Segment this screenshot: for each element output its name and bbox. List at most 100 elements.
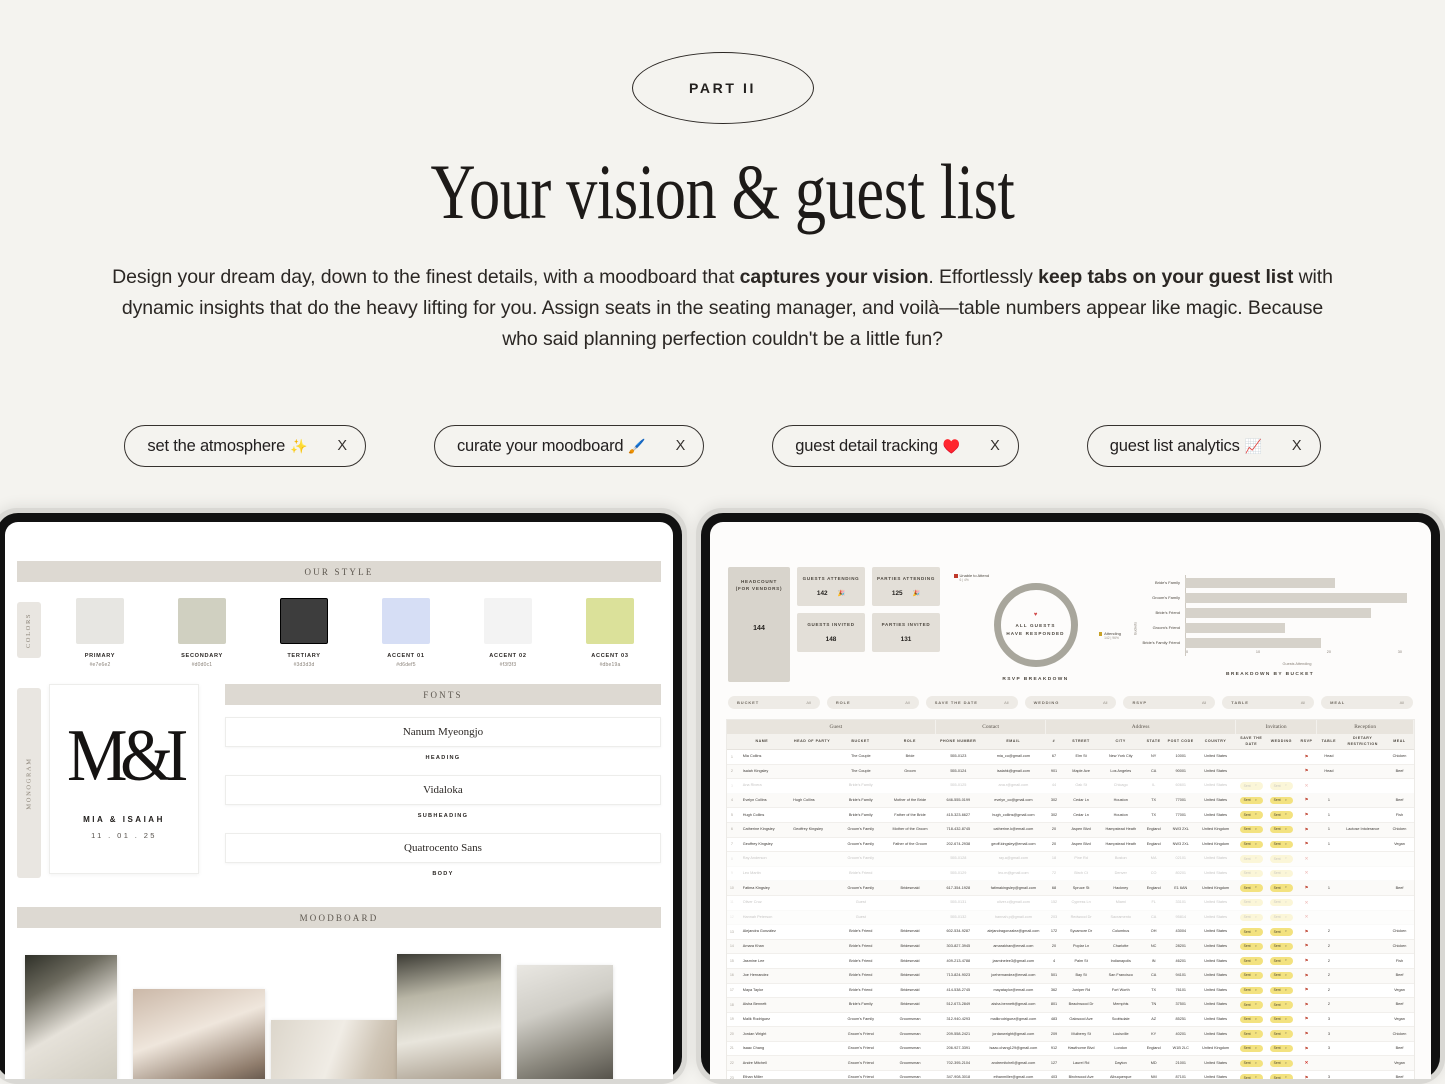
sent-badge[interactable]: Sent ▼ <box>1239 1001 1264 1009</box>
table-row[interactable]: 16 Joe Hernandez Bride's Friend Bridesmaid 7… <box>727 968 1414 984</box>
column-header-role[interactable]: ROLE <box>884 734 936 749</box>
sent-badge[interactable]: Sent ▼ <box>1239 826 1264 834</box>
column-header-email[interactable]: EMAIL <box>980 734 1046 749</box>
filter-bucket[interactable]: BUCKET All <box>728 696 820 709</box>
color-swatch-2[interactable]: SECONDARY #d0d0c1 <box>164 598 240 668</box>
sent-badge[interactable]: Sent ▼ <box>1269 811 1294 819</box>
table-row[interactable]: 14 Amara Khan Bride's Friend Bridesmaid 303-… <box>727 939 1414 955</box>
pill-set-the-atmosphere[interactable]: set the atmosphere ✨ X <box>124 425 366 468</box>
moodboard-image[interactable] <box>271 1020 406 1079</box>
color-swatch-3[interactable]: TERTIARY #3d3d3d <box>266 598 342 668</box>
close-icon[interactable]: X <box>990 438 1000 454</box>
sent-badge[interactable]: Sent ▼ <box>1269 826 1294 834</box>
sent-badge[interactable]: Sent ▼ <box>1269 855 1294 863</box>
filter-table[interactable]: TABLE All <box>1222 696 1315 709</box>
moodboard-image[interactable] <box>133 989 265 1079</box>
table-row[interactable]: 23 Ethan Miller Groom's Friend Groomsman 347… <box>727 1071 1414 1079</box>
sent-badge[interactable]: Sent ▼ <box>1239 899 1264 907</box>
sent-badge[interactable]: Sent ▼ <box>1269 986 1294 994</box>
sent-badge[interactable]: Sent ▼ <box>1239 913 1264 922</box>
filter-wedding[interactable]: WEDDING All <box>1024 696 1117 709</box>
sent-badge[interactable]: Sent ▼ <box>1239 957 1264 965</box>
sent-badge[interactable]: Sent ▼ <box>1239 811 1264 819</box>
table-row[interactable]: 10 Fatima Kingsley Groom's Family Bridesmai… <box>727 881 1414 896</box>
column-header--[interactable]: # <box>1046 734 1062 749</box>
filter-save-the-date[interactable]: SAVE THE DATE All <box>925 696 1018 709</box>
table-row[interactable]: 6 Catherine Kingsley Geoffrey Kingsley Groo… <box>727 822 1414 838</box>
sent-badge[interactable]: Sent ▼ <box>1239 928 1264 936</box>
column-header-meal[interactable]: MEAL <box>1385 734 1414 749</box>
table-row[interactable]: 13 Alejandra González Bride's Friend Brides… <box>727 925 1414 940</box>
sent-badge[interactable]: Sent ▼ <box>1269 1030 1294 1038</box>
sent-badge[interactable]: Sent ▼ <box>1269 840 1294 849</box>
moodboard-image[interactable] <box>397 954 501 1079</box>
filter-rsvp[interactable]: RSVP All <box>1123 696 1216 709</box>
color-swatch-1[interactable]: PRIMARY #e7e6e2 <box>62 598 138 668</box>
sent-badge[interactable]: Sent ▼ <box>1269 1015 1294 1024</box>
table-row[interactable]: 12 Hannah Peterson Guest 555-0132 hannah.p@g… <box>727 910 1414 926</box>
sent-badge[interactable]: Sent ▼ <box>1239 1015 1264 1024</box>
sent-badge[interactable]: Sent ▼ <box>1239 884 1264 892</box>
filter-role[interactable]: ROLE All <box>826 696 919 709</box>
column-header-save-the-date[interactable]: SAVE THE DATE <box>1236 734 1267 749</box>
sent-badge[interactable]: Sent ▼ <box>1269 1059 1294 1067</box>
column-header-dietary-restriction[interactable]: DIETARY RESTRICTION <box>1340 734 1385 749</box>
table-row[interactable]: 5 Hugh Collins Bride's Family Father of the… <box>727 808 1414 823</box>
table-row[interactable]: 17 Maya Taylor Bride's Friend Bridesmaid 414… <box>727 984 1414 999</box>
sent-badge[interactable]: Sent ▼ <box>1269 796 1294 805</box>
font-card-2[interactable]: Vidaloka <box>225 775 661 805</box>
column-header-table[interactable]: TABLE <box>1317 734 1340 749</box>
sent-badge[interactable]: Sent ▼ <box>1239 1059 1264 1067</box>
table-row[interactable]: 7 Geoffrey Kingsley Groom's Family Father o… <box>727 838 1414 853</box>
sent-badge[interactable]: Sent ▼ <box>1269 869 1294 878</box>
sent-badge[interactable]: Sent ▼ <box>1269 782 1294 790</box>
sent-badge[interactable]: Sent ▼ <box>1239 855 1264 863</box>
sent-badge[interactable]: Sent ▼ <box>1239 972 1264 980</box>
moodboard-image[interactable] <box>517 965 613 1079</box>
sent-badge[interactable]: Sent ▼ <box>1269 972 1294 980</box>
sent-badge[interactable]: Sent ▼ <box>1269 913 1294 922</box>
column-header-phone-number[interactable]: PHONE NUMBER <box>936 734 981 749</box>
sent-badge[interactable]: Sent ▼ <box>1269 928 1294 936</box>
close-icon[interactable]: X <box>1292 438 1302 454</box>
column-header-rsvp[interactable]: RSVP <box>1296 734 1317 749</box>
table-row[interactable]: 2 Isaiah Kingsley The Couple Groom 555-0124 i… <box>727 764 1414 780</box>
font-card-1[interactable]: Nanum Myeongjo <box>225 717 661 747</box>
pill-curate-your-moodboard[interactable]: curate your moodboard 🖌️ X <box>433 425 705 468</box>
pill-guest-detail-tracking[interactable]: guest detail tracking ♥️ X <box>772 425 1019 468</box>
sent-badge[interactable]: Sent ▼ <box>1239 796 1264 805</box>
sent-badge[interactable]: Sent ▼ <box>1269 899 1294 907</box>
column-header-post-code[interactable]: POST CODE <box>1166 734 1195 749</box>
sent-badge[interactable]: Sent ▼ <box>1239 1030 1264 1038</box>
color-swatch-6[interactable]: ACCENT 03 #dbe19a <box>572 598 648 668</box>
column-header-head-of-party[interactable]: HEAD OF PARTY <box>787 734 837 749</box>
table-row[interactable]: 15 Jasmine Lee Bride's Friend Bridesmaid 409… <box>727 954 1414 969</box>
sent-badge[interactable]: Sent ▼ <box>1239 1044 1264 1053</box>
table-row[interactable]: 20 Jordan Wright Groom's Friend Groomsman 20… <box>727 1027 1414 1042</box>
table-row[interactable]: 19 Malik Rodriguez Groom's Family Groomsman… <box>727 1013 1414 1028</box>
filter-meal[interactable]: MEAL All <box>1321 696 1414 709</box>
table-row[interactable]: 21 Isaac Chang Groom's Friend Groomsman 206-… <box>727 1042 1414 1057</box>
font-card-3[interactable]: Quatrocento Sans <box>225 833 661 863</box>
sent-badge[interactable]: Sent ▼ <box>1269 884 1294 892</box>
color-swatch-4[interactable]: ACCENT 01 #d6def5 <box>368 598 444 668</box>
table-row[interactable]: 3 Ana Rivera Bride's Family 555-0125 ana.r@g… <box>727 779 1414 794</box>
column-header-bucket[interactable]: BUCKET <box>837 734 883 749</box>
sent-badge[interactable]: Sent ▼ <box>1239 986 1264 994</box>
table-row[interactable]: 18 Aisha Bennett Bride's Family Bridesmaid 5… <box>727 998 1414 1013</box>
table-row[interactable]: 22 Andre Mitchell Groom's Friend Groomsman 7… <box>727 1056 1414 1072</box>
table-row[interactable]: 8 Ray Anderson Groom's Family 555-0128 ray.a… <box>727 852 1414 867</box>
sent-badge[interactable]: Sent ▼ <box>1269 1001 1294 1009</box>
sent-badge[interactable]: Sent ▼ <box>1239 1074 1264 1079</box>
sent-badge[interactable]: Sent ▼ <box>1269 957 1294 965</box>
close-icon[interactable]: X <box>676 438 686 454</box>
column-header-wedding[interactable]: WEDDING <box>1267 734 1296 749</box>
table-row[interactable]: 1 Mia Collins The Couple Bride 555-0123 mia_c… <box>727 750 1414 765</box>
sent-badge[interactable]: Sent ▼ <box>1269 1074 1294 1079</box>
column-header-country[interactable]: COUNTRY <box>1195 734 1236 749</box>
pill-guest-list-analytics[interactable]: guest list analytics 📈 X <box>1086 425 1321 468</box>
table-row[interactable]: 9 Leo Martin Bride's Friend 555-0129 leo.m@g… <box>727 867 1414 882</box>
sent-badge[interactable]: Sent ▼ <box>1239 782 1264 790</box>
column-header-state[interactable]: STATE <box>1141 734 1166 749</box>
table-row[interactable]: 4 Evelyn Collins Hugh Collins Bride's Famil… <box>727 793 1414 809</box>
